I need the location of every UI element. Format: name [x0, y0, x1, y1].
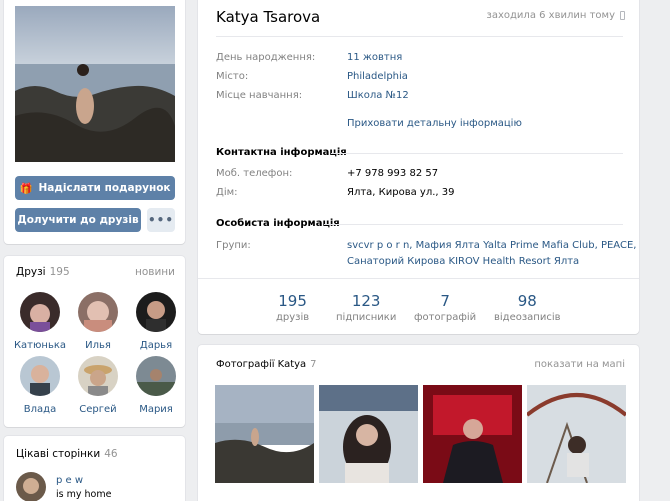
avatar [78, 292, 118, 332]
show-on-map-link[interactable]: показати на мапі [534, 359, 625, 370]
page-description: is my home [56, 489, 112, 500]
page-item[interactable]: p e w is my home [16, 472, 111, 501]
photo-thumbnail[interactable] [527, 385, 626, 483]
stat-photos[interactable]: 7 фотографій [414, 292, 476, 323]
personal-info-title: Особиста інформація [216, 218, 340, 229]
school-label: Місце навчання: [216, 90, 303, 101]
friends-news-link[interactable]: новини [135, 266, 175, 278]
friend-item[interactable]: Катюнька [12, 292, 68, 351]
avatar-card: 🎁 Надіслати подарунок Долучити до друзів… [4, 0, 185, 244]
add-friend-button[interactable]: Долучити до друзів [15, 208, 141, 232]
friend-item[interactable]: Дарья [128, 292, 184, 351]
divider [216, 36, 623, 37]
groups-label: Групи: [216, 240, 251, 251]
page-title: Katya Tsarova [216, 8, 321, 26]
friend-item[interactable]: Сергей [70, 356, 126, 415]
friends-card: Друзі 195 новини Катюнька Илья Дарья Влад… [4, 256, 185, 427]
avatar [20, 292, 60, 332]
page-name: p e w [56, 475, 84, 486]
send-gift-button[interactable]: 🎁 Надіслати подарунок [15, 176, 175, 200]
groups-value[interactable]: Санаторий Кирова KIROV Health Resort Ялт… [347, 256, 579, 267]
city-value[interactable]: Philadelphia [347, 71, 408, 82]
photo-thumbnail[interactable] [215, 385, 314, 483]
profile-photo[interactable] [15, 6, 175, 162]
gift-icon: 🎁 [19, 182, 33, 195]
more-actions-button[interactable]: ••• [147, 208, 175, 232]
friends-title[interactable]: Друзі 195 [16, 266, 70, 278]
divider [331, 153, 623, 154]
city-label: Місто: [216, 71, 249, 82]
mobile-icon [620, 11, 625, 20]
friend-item[interactable]: Влада [12, 356, 68, 415]
avatar [136, 356, 176, 396]
avatar [20, 356, 60, 396]
divider [198, 278, 639, 279]
stat-followers[interactable]: 123 підписники [336, 292, 396, 323]
profile-info-card: Katya Tsarova заходила 6 хвилин тому Ден… [198, 0, 639, 334]
interesting-pages-title[interactable]: Цікаві сторінки 46 [16, 448, 118, 460]
stat-videos[interactable]: 98 відеозаписів [494, 292, 561, 323]
photos-title[interactable]: Фотографії Katya 7 [216, 359, 317, 370]
friend-item[interactable]: Мария [128, 356, 184, 415]
interesting-pages-card: Цікаві сторінки 46 p e w is my home [4, 436, 185, 501]
birthday-label: День народження: [216, 52, 316, 63]
home-label: Дім: [216, 187, 238, 198]
groups-value[interactable]: svcvr p o r n, Мафия Ялта Yalta Prime Ma… [347, 240, 636, 251]
divider [324, 224, 623, 225]
avatar [78, 356, 118, 396]
hide-details-link[interactable]: Приховати детальну інформацію [347, 118, 522, 129]
stat-friends[interactable]: 195 друзів [276, 292, 309, 323]
birthday-value[interactable]: 11 жовтня [347, 52, 402, 63]
school-value[interactable]: Школа №12 [347, 90, 409, 101]
friend-item[interactable]: Илья [70, 292, 126, 351]
home-value: Ялта, Кирова ул., 39 [347, 187, 455, 198]
photos-card: Фотографії Katya 7 показати на мапі [198, 345, 639, 501]
photo-thumbnail[interactable] [423, 385, 522, 483]
avatar [136, 292, 176, 332]
photo-thumbnail[interactable] [319, 385, 418, 483]
page-avatar [16, 472, 46, 501]
contact-info-title: Контактна інформація [216, 147, 347, 158]
phone-label: Моб. телефон: [216, 168, 293, 179]
phone-value: +7 978 993 82 57 [347, 168, 439, 179]
last-seen-status: заходила 6 хвилин тому [487, 10, 625, 21]
